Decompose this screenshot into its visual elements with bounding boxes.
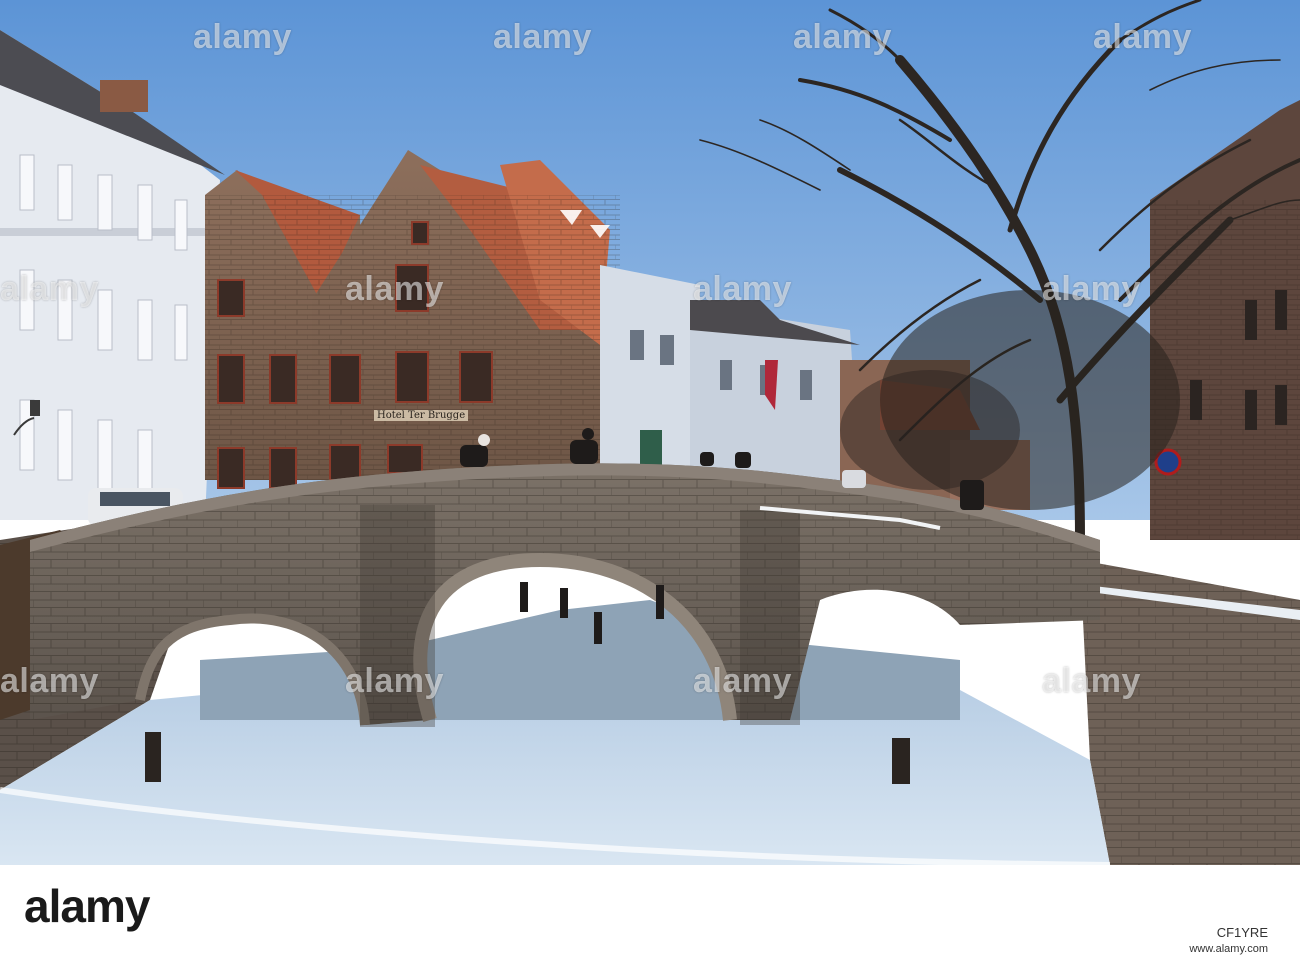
mooring-post	[145, 732, 161, 782]
image-id: CF1YRE	[1216, 925, 1268, 940]
gabled-brick-houses	[205, 150, 620, 489]
photo: Hotel Ter Brugge alamy alamy alamy alamy…	[0, 0, 1300, 865]
canal-bridge-scene	[0, 0, 1300, 865]
watermark: alamy	[793, 18, 892, 56]
watermark: alamy	[193, 18, 292, 56]
alamy-logo: alamy	[24, 880, 150, 932]
hotel-sign: Hotel Ter Brugge	[374, 410, 469, 421]
watermark: alamy	[345, 270, 444, 308]
watermark: alamy	[1093, 18, 1192, 56]
site-url: www.alamy.com	[1189, 943, 1268, 955]
watermark: alamy	[1042, 270, 1141, 308]
watermark: alamy	[1042, 662, 1141, 700]
stock-photo-page: Hotel Ter Brugge alamy alamy alamy alamy…	[0, 0, 1300, 955]
watermark: alamy	[0, 662, 99, 700]
watermark: alamy	[345, 662, 444, 700]
mooring-post	[892, 738, 910, 784]
footer-bar: alamy CF1YRE www.alamy.com	[0, 865, 1300, 955]
watermark: alamy	[493, 18, 592, 56]
watermark: alamy	[0, 270, 99, 308]
watermark: alamy	[693, 270, 792, 308]
watermark: alamy	[693, 662, 792, 700]
